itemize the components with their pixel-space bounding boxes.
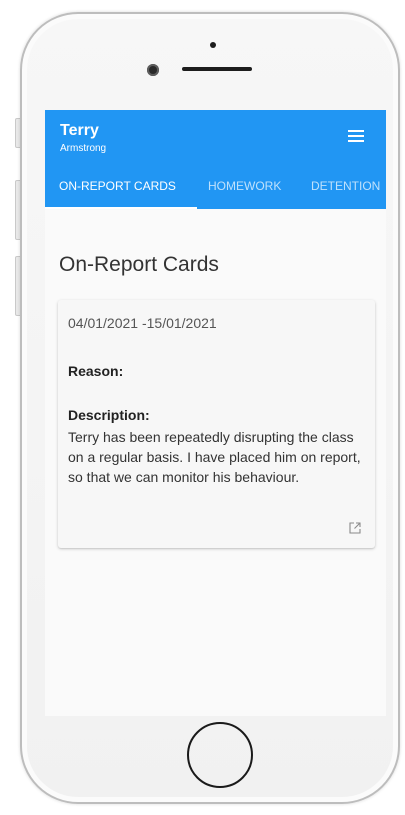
app-bar: Terry Armstrong ON-REPORT CARDS HOMEWORK… [45, 110, 386, 209]
front-camera [147, 64, 159, 76]
open-in-new-icon[interactable] [349, 522, 361, 534]
description-text: Terry has been repeatedly disrupting the… [68, 429, 361, 485]
app-screen: Terry Armstrong ON-REPORT CARDS HOMEWORK… [45, 110, 386, 716]
reason-label: Reason: [68, 363, 124, 379]
description-label: Description: [68, 407, 150, 423]
tab-on-report-cards[interactable]: ON-REPORT CARDS [45, 170, 197, 209]
student-first-name: Terry [60, 122, 99, 139]
front-sensor [210, 42, 216, 48]
student-last-name: Armstrong [60, 143, 107, 154]
date-range: 04/01/2021 -15/01/2021 [68, 315, 217, 331]
active-tab-indicator [45, 207, 197, 209]
home-button[interactable] [187, 722, 253, 788]
report-card: 04/01/2021 -15/01/2021 Reason: Descripti… [58, 300, 375, 548]
tab-label: HOMEWORK [208, 179, 282, 193]
hamburger-menu-icon[interactable] [348, 130, 364, 142]
tab-homework[interactable]: HOMEWORK [208, 170, 281, 209]
tab-bar: ON-REPORT CARDS HOMEWORK DETENTION [45, 170, 386, 209]
tab-detention[interactable]: DETENTION [311, 170, 380, 209]
tab-label: ON-REPORT CARDS [59, 179, 176, 193]
earpiece-speaker [182, 67, 252, 71]
tab-label: DETENTION [311, 179, 381, 193]
page-title: On-Report Cards [59, 253, 219, 276]
